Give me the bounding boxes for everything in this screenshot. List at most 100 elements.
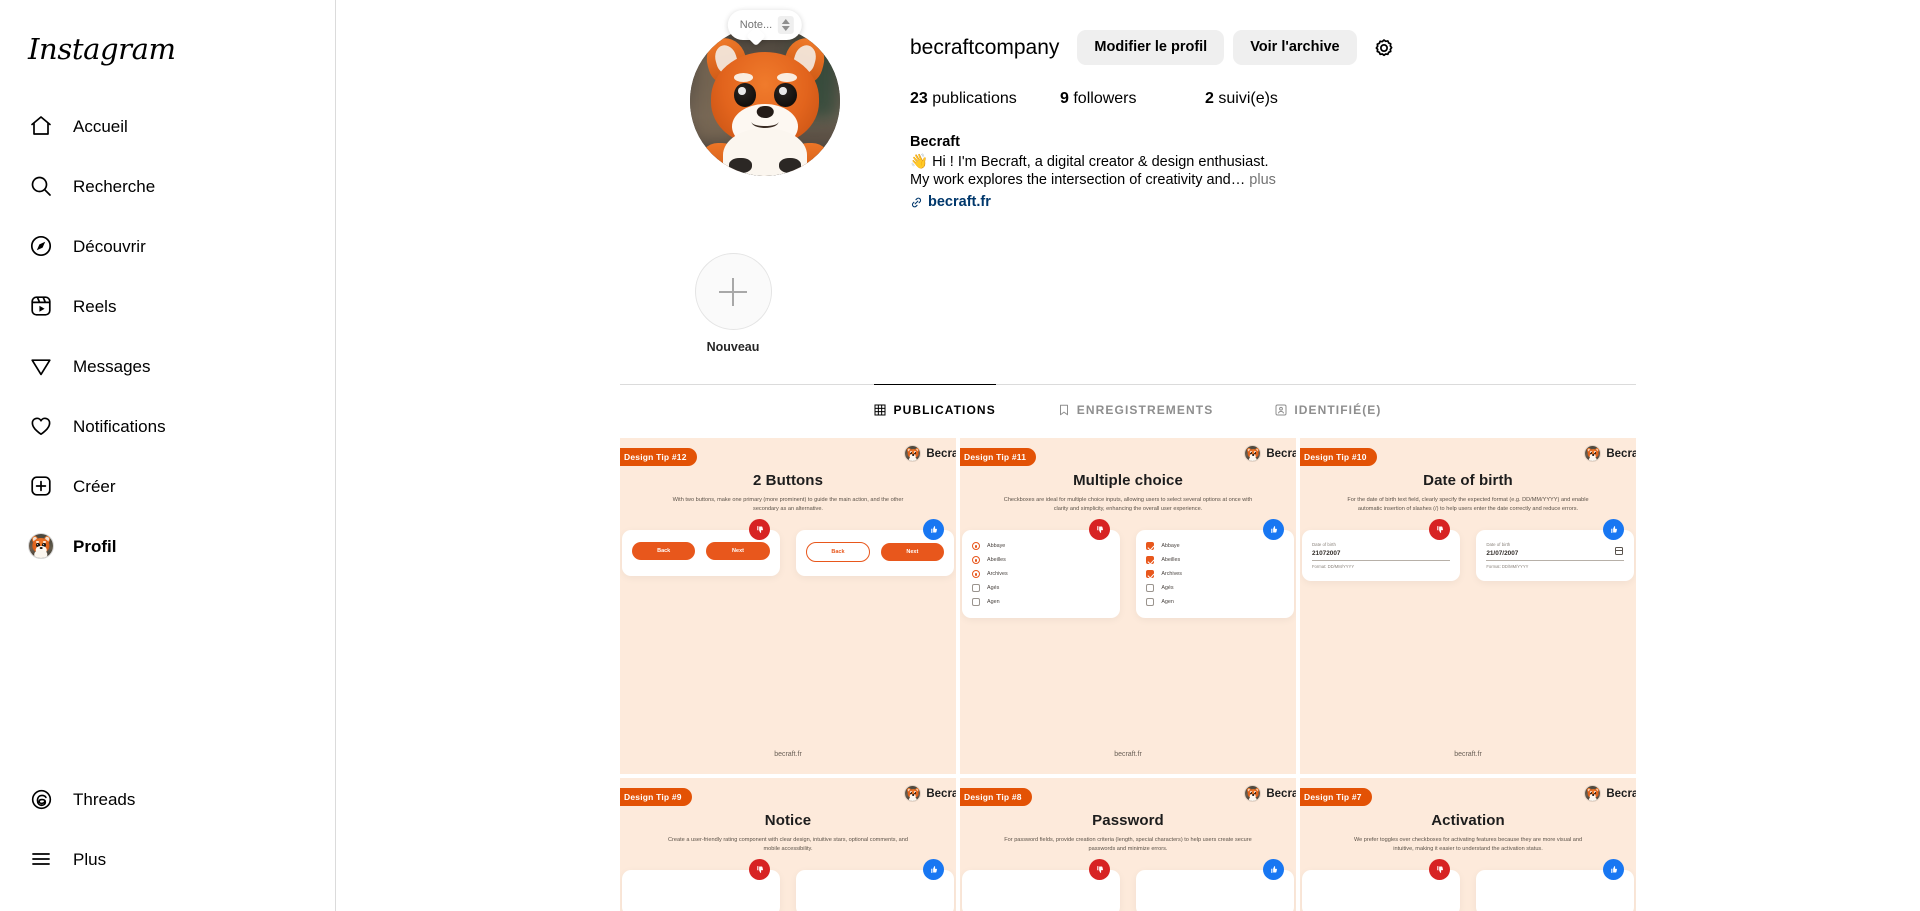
text-field[interactable]: Date of birth 21072007 Format: DD/MM/YYYY xyxy=(1312,542,1450,569)
spinner-arrows-icon[interactable] xyxy=(778,16,795,34)
edit-profile-button[interactable]: Modifier le profil xyxy=(1077,30,1225,66)
profile-avatar[interactable] xyxy=(690,26,840,176)
checkbox-icon[interactable] xyxy=(1146,570,1155,579)
search-icon xyxy=(28,173,54,199)
tab-publications[interactable]: PUBLICATIONS xyxy=(874,384,996,431)
bio-more-link[interactable]: plus xyxy=(1249,172,1276,188)
radio-icon[interactable] xyxy=(972,556,980,565)
sidebar-item-profil[interactable]: Profil xyxy=(14,518,321,574)
radio-icon[interactable] xyxy=(972,584,980,593)
stat-label: publications xyxy=(932,90,1017,108)
mini-button[interactable]: Back xyxy=(806,542,870,563)
view-archive-button[interactable]: Voir l'archive xyxy=(1233,30,1357,66)
radio-icon[interactable] xyxy=(972,570,980,579)
post-author: Becraft xyxy=(1584,445,1636,463)
sidebar-item-decouvrir[interactable]: Découvrir xyxy=(14,218,321,274)
sidebar-item-creer[interactable]: Créer xyxy=(14,458,321,514)
instagram-logo[interactable]: Instagram xyxy=(14,10,321,88)
list-item[interactable]: Abbaye xyxy=(972,542,1110,551)
list-item[interactable]: Agés xyxy=(972,584,1110,593)
example-card-bad xyxy=(1302,859,1460,911)
post-example-cards: Back Next Back Next xyxy=(620,519,956,577)
highlight-new[interactable]: Nouveau xyxy=(678,253,788,354)
radio-icon[interactable] xyxy=(972,598,980,607)
checkbox-icon[interactable] xyxy=(1146,584,1155,593)
instagram-profile-page: Instagram Accueil Recherche Découvrir Re… xyxy=(0,0,1920,911)
stat-label: suivi(e)s xyxy=(1218,90,1278,108)
mini-button[interactable]: Back xyxy=(632,542,696,561)
option-label: Agen xyxy=(1161,599,1174,606)
thumb-down-icon xyxy=(1088,859,1110,881)
list-item[interactable]: Agen xyxy=(972,598,1110,607)
checkbox-icon[interactable] xyxy=(1146,556,1155,565)
stat-publications[interactable]: 23 publications xyxy=(910,89,1060,109)
mini-button[interactable]: Next xyxy=(706,542,770,561)
field-underline xyxy=(1312,560,1450,562)
post-author-name: Becraft xyxy=(1266,787,1296,800)
post-tile[interactable]: Design Tip #9 Becraft Notice Create a user-… xyxy=(620,778,956,911)
post-example-cards xyxy=(1300,859,1636,911)
checkbox-icon[interactable] xyxy=(1146,542,1155,551)
post-tile[interactable]: Design Tip #12 Becraft 2 Buttons With two b… xyxy=(620,438,956,775)
post-title: Password xyxy=(1092,812,1164,830)
sidebar-item-notifications[interactable]: Notifications xyxy=(14,398,321,454)
list-item[interactable]: Archives xyxy=(1146,570,1284,579)
tab-enregistrements[interactable]: ENREGISTREMENTS xyxy=(1058,384,1214,431)
list-item[interactable]: Agen xyxy=(1146,598,1284,607)
bio-link-text: becraft.fr xyxy=(928,193,991,210)
stat-followers[interactable]: 9 followers xyxy=(1060,89,1205,109)
sidebar-item-threads[interactable]: Threads xyxy=(14,771,321,827)
mini-button[interactable]: Next xyxy=(880,543,944,562)
example-card-bad: Date of birth 21072007 Format: DD/MM/YYYY xyxy=(1302,519,1460,582)
post-title: Multiple choice xyxy=(1073,472,1183,490)
post-badge: Design Tip #12 xyxy=(620,448,697,467)
post-author: Becraft xyxy=(1584,785,1636,803)
profile-tabs: PUBLICATIONS ENREGISTREMENTS IDENTIFIÉ(E… xyxy=(620,384,1636,432)
thumb-up-icon xyxy=(923,859,944,881)
link-icon xyxy=(910,196,923,209)
home-icon xyxy=(28,113,54,139)
sidebar-item-plus[interactable]: Plus xyxy=(14,831,321,887)
list-item[interactable]: Abbaye xyxy=(1146,542,1284,551)
main-content: Note... becraftcompany Modifier le profi… xyxy=(336,0,1920,911)
radio-icon[interactable] xyxy=(972,542,980,551)
thumb-up-icon xyxy=(923,519,944,541)
post-tile[interactable]: Design Tip #10 Becraft Date of birth For th… xyxy=(1300,438,1636,775)
post-subtitle: Create a user-friendly rating component … xyxy=(667,837,909,852)
sidebar-item-recherche[interactable]: Recherche xyxy=(14,158,321,214)
bio-external-link[interactable]: becraft.fr xyxy=(910,193,1636,212)
example-card-good: Date of birth 21/07/2007 Format: DD/MM/YYY… xyxy=(1476,519,1634,582)
stat-value: 23 xyxy=(910,90,928,108)
stat-value: 9 xyxy=(1060,90,1069,108)
bookmark-icon xyxy=(1058,404,1070,416)
sidebar-item-accueil[interactable]: Accueil xyxy=(14,98,321,154)
sidebar-item-reels[interactable]: Reels xyxy=(14,278,321,334)
stat-value: 2 xyxy=(1205,90,1214,108)
highlight-label: Nouveau xyxy=(706,340,760,355)
stat-label: followers xyxy=(1073,90,1137,108)
list-item[interactable]: Abeilles xyxy=(972,556,1110,565)
post-tile[interactable]: Design Tip #7 Becraft Activation We prefer … xyxy=(1300,778,1636,911)
tab-identifie[interactable]: IDENTIFIÉ(E) xyxy=(1275,384,1381,431)
gear-icon[interactable] xyxy=(1370,34,1398,62)
profile-info-column: becraftcompany Modifier le profil Voir l… xyxy=(910,18,1636,211)
checkbox-icon[interactable] xyxy=(1146,598,1155,607)
post-example-cards: Date of birth 21072007 Format: DD/MM/YYYY D… xyxy=(1300,519,1636,582)
list-item[interactable]: Abeilles xyxy=(1146,556,1284,565)
note-bubble[interactable]: Note... xyxy=(727,10,803,40)
add-highlight-button[interactable] xyxy=(694,253,772,331)
option-label: Abbaye xyxy=(1161,543,1180,550)
thumb-up-icon xyxy=(1263,859,1284,881)
sidebar-item-messages[interactable]: Messages xyxy=(14,338,321,394)
list-item[interactable]: Archives xyxy=(972,570,1110,579)
text-field[interactable]: Date of birth 21/07/2007 Format: DD/MM/YYY… xyxy=(1486,542,1624,569)
post-tile[interactable]: Design Tip #8 Becraft Password For password… xyxy=(960,778,1296,911)
post-author-name: Becraft xyxy=(926,447,956,460)
calendar-icon[interactable] xyxy=(1614,547,1624,556)
thumb-up-icon xyxy=(1603,519,1624,541)
plus-icon xyxy=(719,277,747,306)
stat-following[interactable]: 2 suivi(e)s xyxy=(1205,89,1278,109)
post-tile[interactable]: Design Tip #11 Becraft Multiple choice Chec… xyxy=(960,438,1296,775)
list-item[interactable]: Agés xyxy=(1146,584,1284,593)
avatar xyxy=(1244,445,1262,463)
